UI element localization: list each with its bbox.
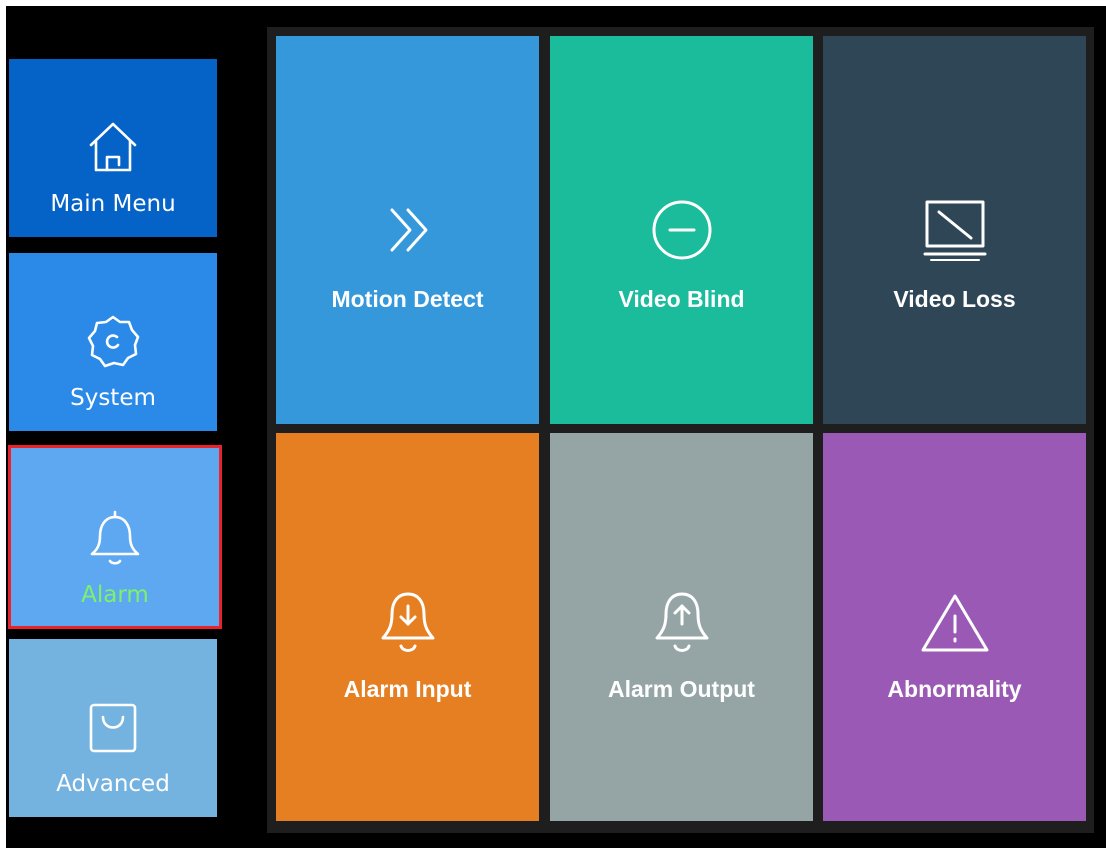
sidebar-item-main-menu[interactable]: Main Menu xyxy=(9,59,217,237)
warning-triangle-icon xyxy=(919,588,991,660)
sidebar-item-label: Advanced xyxy=(56,771,170,797)
sidebar-item-label: System xyxy=(70,385,156,411)
tile-label: Video Loss xyxy=(893,286,1016,312)
gear-icon xyxy=(81,309,145,373)
abnormality-tile[interactable]: Abnormality xyxy=(823,433,1086,821)
tile-label: Abnormality xyxy=(887,676,1022,702)
bell-arrow-down-icon xyxy=(372,588,444,660)
video-loss-tile[interactable]: Video Loss xyxy=(823,36,1086,424)
bell-arrow-up-icon xyxy=(646,588,718,660)
motion-detect-tile[interactable]: Motion Detect xyxy=(276,36,539,424)
tile-label: Alarm Output xyxy=(608,676,755,702)
sidebar-item-system[interactable]: System xyxy=(9,253,217,431)
tile-label: Video Blind xyxy=(618,286,745,312)
alarm-input-tile[interactable]: Alarm Input xyxy=(276,433,539,821)
tile-label: Alarm Input xyxy=(343,676,472,702)
minus-circle-icon xyxy=(646,194,718,266)
home-icon xyxy=(81,115,145,179)
alarm-submenu-grid: Motion Detect Video Blind Video Loss Ala… xyxy=(267,27,1094,833)
video-blind-tile[interactable]: Video Blind xyxy=(550,36,813,424)
tile-label: Motion Detect xyxy=(331,286,484,312)
sidebar-item-alarm[interactable]: Alarm xyxy=(8,445,222,629)
alarm-output-tile[interactable]: Alarm Output xyxy=(550,433,813,821)
sidebar-item-label: Alarm xyxy=(81,582,149,608)
sidebar-item-label: Main Menu xyxy=(50,191,176,217)
sidebar-item-advanced[interactable]: Advanced xyxy=(9,639,217,817)
bag-icon xyxy=(81,695,145,759)
bell-icon xyxy=(83,506,147,570)
menu-screen: Main Menu System Alarm Advanced Motion D… xyxy=(6,6,1106,848)
double-chevron-right-icon xyxy=(372,194,444,266)
monitor-slash-icon xyxy=(919,194,991,266)
